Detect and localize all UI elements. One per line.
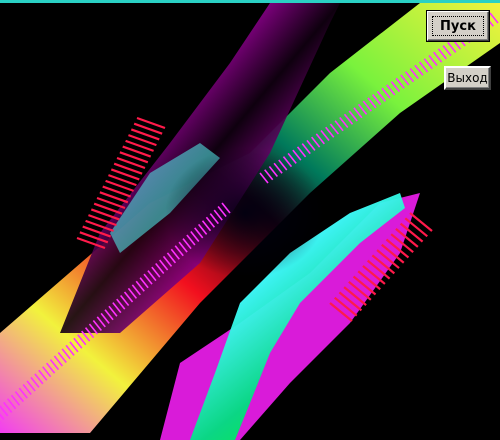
exit-button-label: Выход (447, 71, 488, 85)
start-button-label: Пуск (440, 18, 476, 34)
drawing-canvas (0, 3, 500, 440)
exit-button[interactable]: Выход (444, 66, 491, 90)
start-button[interactable]: Пуск (426, 10, 490, 42)
dark-center (165, 148, 325, 278)
